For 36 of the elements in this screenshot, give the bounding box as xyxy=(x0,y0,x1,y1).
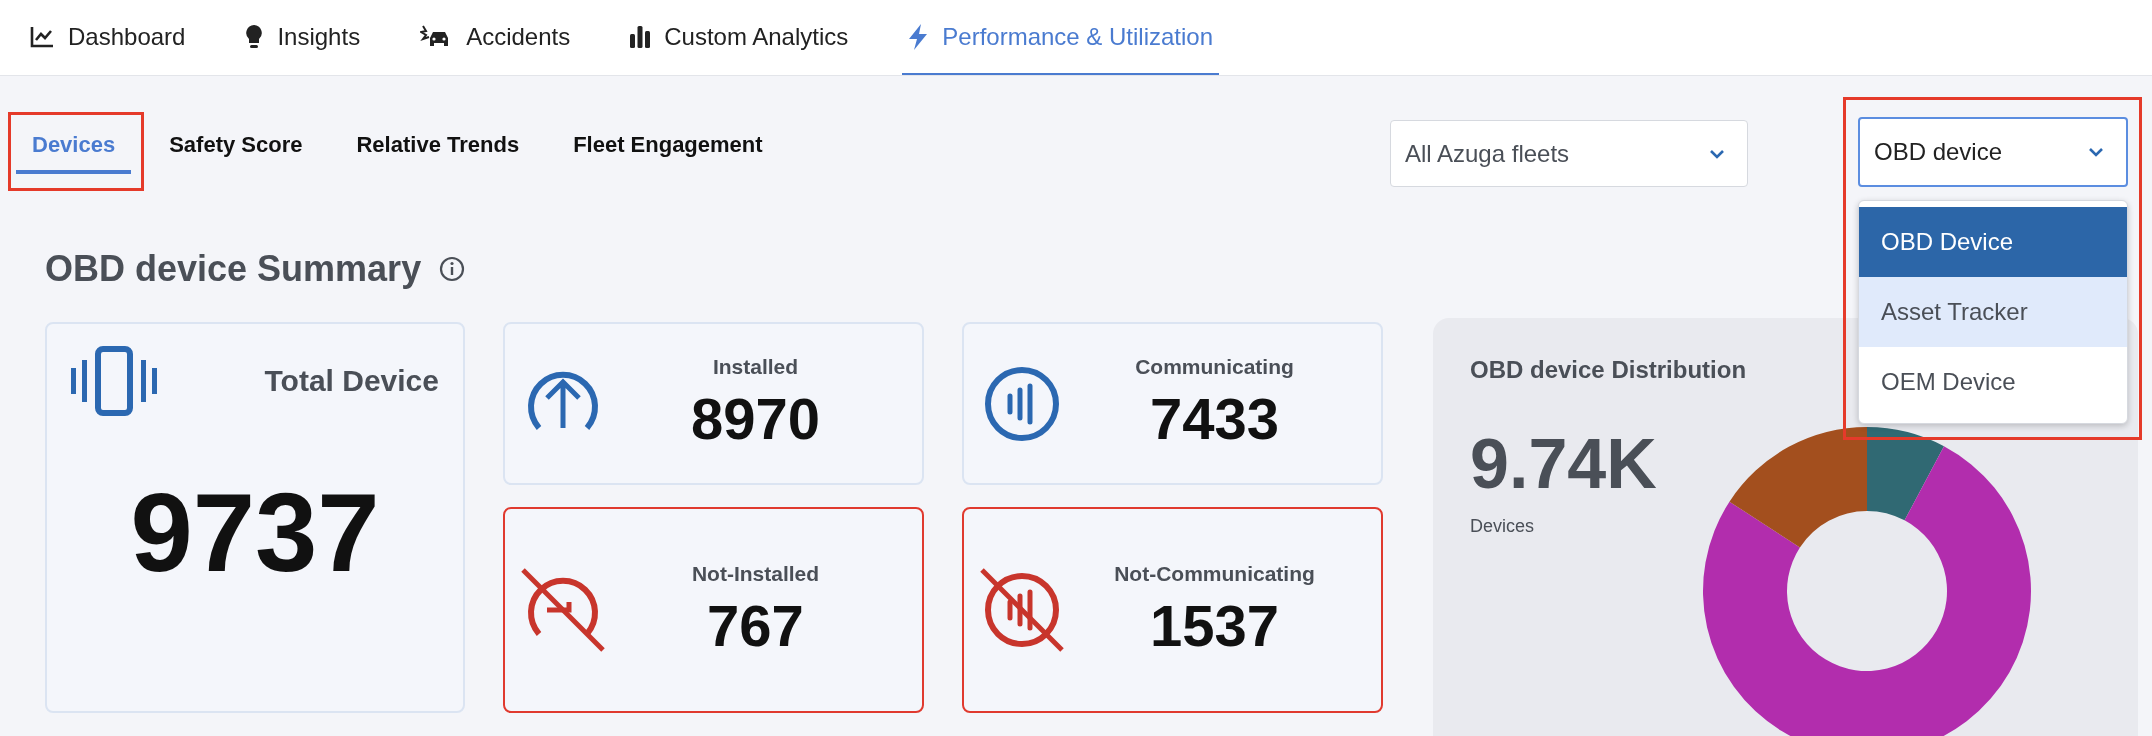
nav-tab[interactable]: Performance & Utilization xyxy=(902,0,1220,75)
card-value: 9737 xyxy=(129,469,381,597)
chevron-down-icon xyxy=(1709,148,1725,159)
dropdown-option[interactable]: OEM Device xyxy=(1859,347,2127,417)
panel-title: OBD device Distribution xyxy=(1470,356,1747,384)
card-label: Installed xyxy=(712,355,799,379)
chevron-down-icon xyxy=(2088,147,2104,157)
sub-tab[interactable]: Fleet Engagement xyxy=(557,118,779,174)
sub-tab[interactable]: Safety Score xyxy=(153,118,319,174)
card-label: Not-Communicating xyxy=(1114,561,1315,586)
card-value: 8970 xyxy=(691,385,820,452)
card-label: Not-Installed xyxy=(691,561,820,586)
bar-chart-icon xyxy=(630,25,651,48)
line-chart-icon xyxy=(30,25,54,48)
card-value: 7433 xyxy=(1150,385,1279,452)
nav-tab[interactable]: Custom Analytics xyxy=(624,0,855,75)
info-icon[interactable] xyxy=(439,256,466,282)
card-value: 1537 xyxy=(1150,591,1279,659)
vibrating-phone-icon xyxy=(71,346,157,416)
section-title: OBD device Summary xyxy=(45,248,422,290)
lightbulb-icon xyxy=(245,23,264,50)
dropdown-option[interactable]: OBD Device xyxy=(1859,207,2127,277)
card-label: Total Device xyxy=(264,364,439,398)
card-label: Communicating xyxy=(1135,355,1294,379)
nav-tab[interactable]: Dashboard xyxy=(24,0,192,75)
sub-tab[interactable]: Devices xyxy=(16,118,132,174)
nav-tab[interactable]: Insights xyxy=(239,0,367,75)
sub-tab[interactable]: Relative Trends xyxy=(340,118,536,174)
nav-tab[interactable]: Accidents xyxy=(414,0,577,75)
device-type-dropdown[interactable]: OBD device xyxy=(1858,117,2128,187)
lightning-bolt-icon xyxy=(908,23,929,50)
distribution-unit: Devices xyxy=(1470,516,1536,537)
dropdown-option[interactable]: Asset Tracker xyxy=(1859,277,2127,347)
fleet-dropdown[interactable]: All Azuga fleets xyxy=(1390,120,1748,187)
card-value: 767 xyxy=(707,591,804,659)
distribution-total: 9.74K xyxy=(1470,424,1658,504)
